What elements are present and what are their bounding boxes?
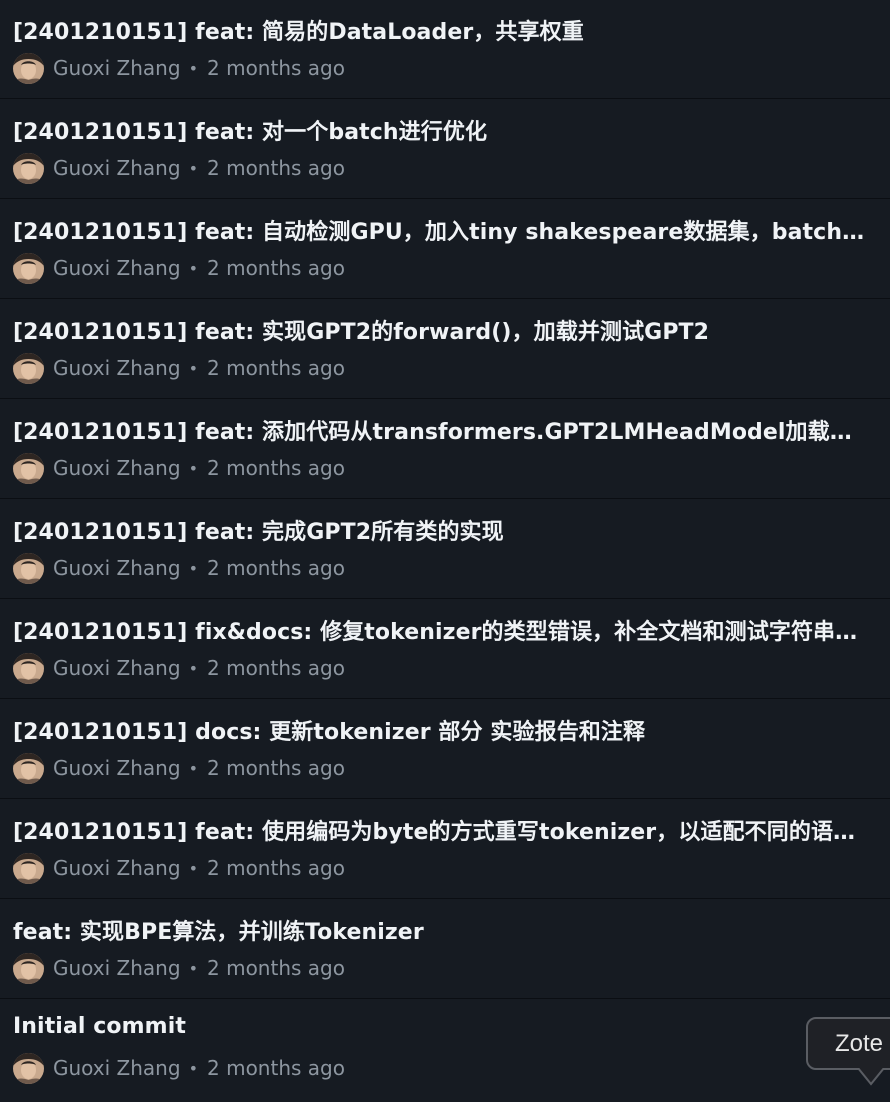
commit-author[interactable]: Guoxi Zhang — [53, 156, 181, 180]
meta-separator: • — [188, 858, 198, 878]
commit-meta: Guoxi Zhang • 2 months ago — [13, 52, 345, 84]
commit-author[interactable]: Guoxi Zhang — [53, 956, 181, 980]
avatar[interactable] — [13, 52, 44, 84]
meta-separator: • — [188, 258, 198, 278]
commit-author[interactable]: Guoxi Zhang — [53, 556, 181, 580]
commit-author[interactable]: Guoxi Zhang — [53, 1056, 181, 1080]
meta-separator: • — [188, 758, 198, 778]
commit-time: 2 months ago — [207, 756, 345, 780]
commit-title[interactable]: feat: 实现BPE算法，并训练Tokenizer — [13, 914, 873, 946]
commit-row[interactable]: [2401210151] feat: 完成GPT2所有类的实现 Guoxi Zh… — [0, 500, 890, 599]
tooltip-arrow-icon — [858, 1068, 884, 1086]
avatar[interactable] — [13, 552, 44, 584]
avatar[interactable] — [13, 752, 44, 784]
commit-title[interactable]: [2401210151] feat: 自动检测GPU，加入tiny shakes… — [13, 214, 873, 246]
commit-meta: Guoxi Zhang • 2 months ago — [13, 352, 345, 384]
commit-time: 2 months ago — [207, 56, 345, 80]
meta-separator: • — [188, 58, 198, 78]
meta-separator: • — [188, 958, 198, 978]
commit-title[interactable]: [2401210151] feat: 简易的DataLoader，共享权重 — [13, 14, 873, 46]
commit-row[interactable]: [2401210151] fix&docs: 修复tokenizer的类型错误，… — [0, 600, 890, 699]
commit-meta: Guoxi Zhang • 2 months ago — [13, 652, 345, 684]
commit-list: [2401210151] feat: 简易的DataLoader，共享权重 Gu… — [0, 0, 890, 1102]
commit-title[interactable]: [2401210151] docs: 更新tokenizer 部分 实验报告和注… — [13, 714, 873, 746]
commit-row[interactable]: [2401210151] feat: 简易的DataLoader，共享权重 Gu… — [0, 0, 890, 99]
commit-time: 2 months ago — [207, 956, 345, 980]
commit-meta: Guoxi Zhang • 2 months ago — [13, 452, 345, 484]
avatar[interactable] — [13, 152, 44, 184]
commit-author[interactable]: Guoxi Zhang — [53, 856, 181, 880]
commit-meta: Guoxi Zhang • 2 months ago — [13, 252, 345, 284]
avatar[interactable] — [13, 652, 44, 684]
commit-time: 2 months ago — [207, 856, 345, 880]
avatar[interactable] — [13, 852, 44, 884]
tooltip-label: Zote — [835, 1030, 884, 1057]
commit-time: 2 months ago — [207, 456, 345, 480]
avatar[interactable] — [13, 952, 44, 984]
avatar[interactable] — [13, 252, 44, 284]
commit-meta: Guoxi Zhang • 2 months ago — [13, 1052, 345, 1084]
commit-author[interactable]: Guoxi Zhang — [53, 756, 181, 780]
commit-row[interactable]: [2401210151] feat: 添加代码从transformers.GPT… — [0, 400, 890, 499]
commit-meta: Guoxi Zhang • 2 months ago — [13, 552, 345, 584]
commit-row[interactable]: [2401210151] feat: 实现GPT2的forward()，加载并测… — [0, 300, 890, 399]
meta-separator: • — [188, 658, 198, 678]
commit-author[interactable]: Guoxi Zhang — [53, 256, 181, 280]
commit-title[interactable]: [2401210151] feat: 使用编码为byte的方式重写tokeniz… — [13, 814, 873, 846]
commit-title[interactable]: [2401210151] feat: 实现GPT2的forward()，加载并测… — [13, 314, 873, 346]
commit-row[interactable]: feat: 实现BPE算法，并训练Tokenizer Guoxi Zhang •… — [0, 900, 890, 999]
commit-title[interactable]: [2401210151] feat: 添加代码从transformers.GPT… — [13, 414, 873, 446]
meta-separator: • — [188, 158, 198, 178]
meta-separator: • — [188, 1058, 198, 1078]
commit-meta: Guoxi Zhang • 2 months ago — [13, 852, 345, 884]
commit-row[interactable]: [2401210151] feat: 对一个batch进行优化 Guoxi Zh… — [0, 100, 890, 199]
commit-row[interactable]: [2401210151] feat: 自动检测GPU，加入tiny shakes… — [0, 200, 890, 299]
commit-time: 2 months ago — [207, 656, 345, 680]
commit-author[interactable]: Guoxi Zhang — [53, 356, 181, 380]
commit-time: 2 months ago — [207, 356, 345, 380]
commit-title[interactable]: [2401210151] feat: 完成GPT2所有类的实现 — [13, 514, 873, 546]
commit-row[interactable]: [2401210151] docs: 更新tokenizer 部分 实验报告和注… — [0, 700, 890, 799]
commit-meta: Guoxi Zhang • 2 months ago — [13, 752, 345, 784]
avatar[interactable] — [13, 452, 44, 484]
commit-title[interactable]: Initial commit — [13, 1014, 873, 1039]
commit-title[interactable]: [2401210151] feat: 对一个batch进行优化 — [13, 114, 873, 146]
commit-time: 2 months ago — [207, 156, 345, 180]
meta-separator: • — [188, 458, 198, 478]
avatar[interactable] — [13, 1052, 44, 1084]
commit-author[interactable]: Guoxi Zhang — [53, 656, 181, 680]
meta-separator: • — [188, 558, 198, 578]
avatar[interactable] — [13, 352, 44, 384]
commit-time: 2 months ago — [207, 256, 345, 280]
commit-meta: Guoxi Zhang • 2 months ago — [13, 152, 345, 184]
commit-author[interactable]: Guoxi Zhang — [53, 456, 181, 480]
commit-title[interactable]: [2401210151] fix&docs: 修复tokenizer的类型错误，… — [13, 614, 873, 646]
commit-meta: Guoxi Zhang • 2 months ago — [13, 952, 345, 984]
dock-tooltip: Zote — [806, 1017, 890, 1070]
meta-separator: • — [188, 358, 198, 378]
commit-row[interactable]: [2401210151] feat: 使用编码为byte的方式重写tokeniz… — [0, 800, 890, 899]
commit-author[interactable]: Guoxi Zhang — [53, 56, 181, 80]
commit-time: 2 months ago — [207, 556, 345, 580]
commit-time: 2 months ago — [207, 1056, 345, 1080]
commit-row[interactable]: Initial commit Guoxi Zhang • 2 months ag… — [0, 1000, 890, 1102]
